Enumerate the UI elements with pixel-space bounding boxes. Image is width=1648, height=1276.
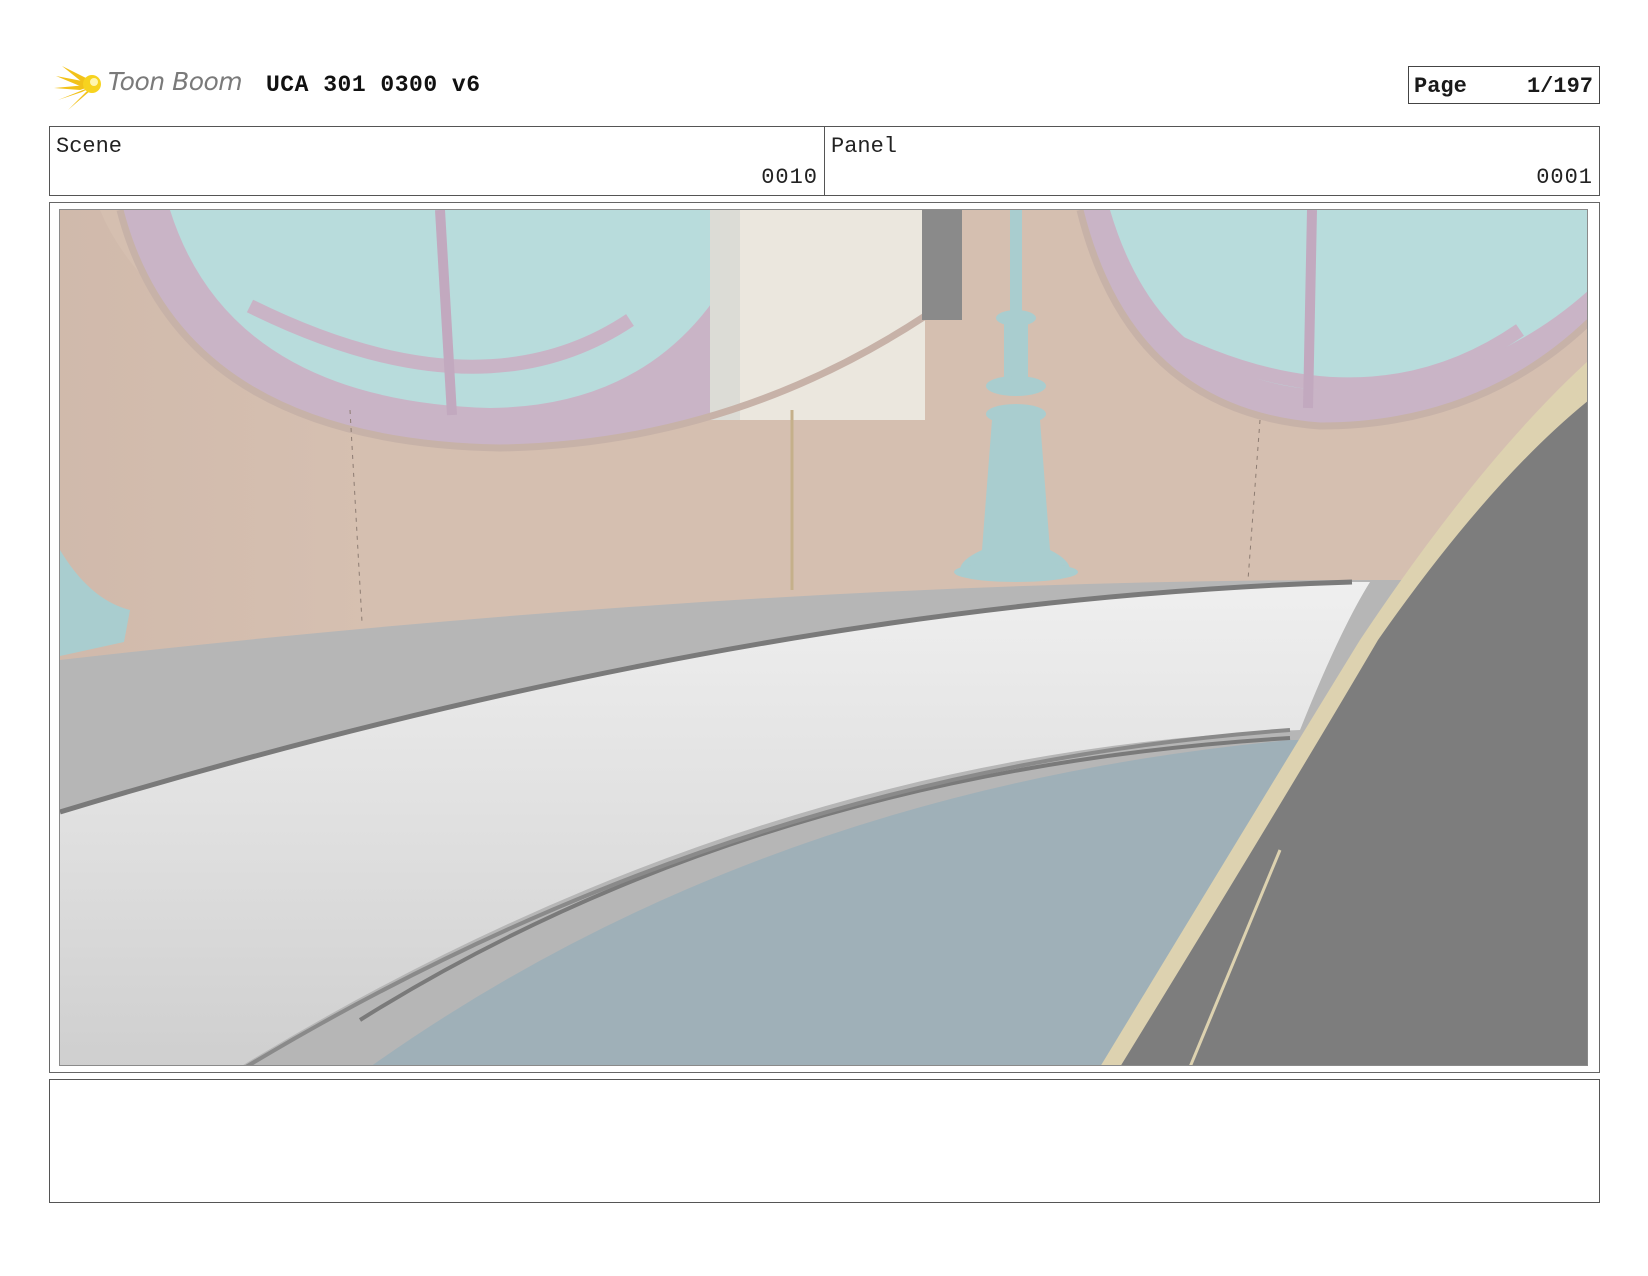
- document-title: UCA 301 0300 v6: [266, 72, 481, 98]
- page-indicator: Page 1/197: [1408, 66, 1600, 104]
- scene-label: Scene: [56, 134, 123, 159]
- page-number: 1/197: [1526, 74, 1593, 99]
- panel-label: Panel: [831, 134, 898, 159]
- toon-boom-star-logo-icon: [54, 66, 101, 110]
- panel-frame: [49, 202, 1600, 1073]
- door-frame: [922, 210, 962, 320]
- scene-number: 0010: [761, 165, 818, 190]
- scene-panel-info: Scene 0010 Panel 0001: [49, 126, 1600, 196]
- panel-number: 0001: [1536, 165, 1593, 190]
- scene-cell: Scene 0010: [50, 127, 824, 195]
- toon-boom-logo: Toon Boom: [52, 58, 252, 112]
- panel-notes: [49, 1079, 1600, 1203]
- right-window-mullion: [1303, 210, 1317, 409]
- storyboard-panel-image: [59, 209, 1588, 1066]
- doorway-shade: [710, 210, 740, 420]
- doorway: [710, 210, 925, 420]
- page-label: Page: [1414, 74, 1467, 99]
- storyboard-header: Toon Boom UCA 301 0300 v6 Page 1/197: [52, 58, 1600, 112]
- panel-scene-drawing: [60, 210, 1587, 1065]
- brand-name: Toon Boom: [108, 67, 243, 96]
- panel-cell: Panel 0001: [824, 127, 1599, 195]
